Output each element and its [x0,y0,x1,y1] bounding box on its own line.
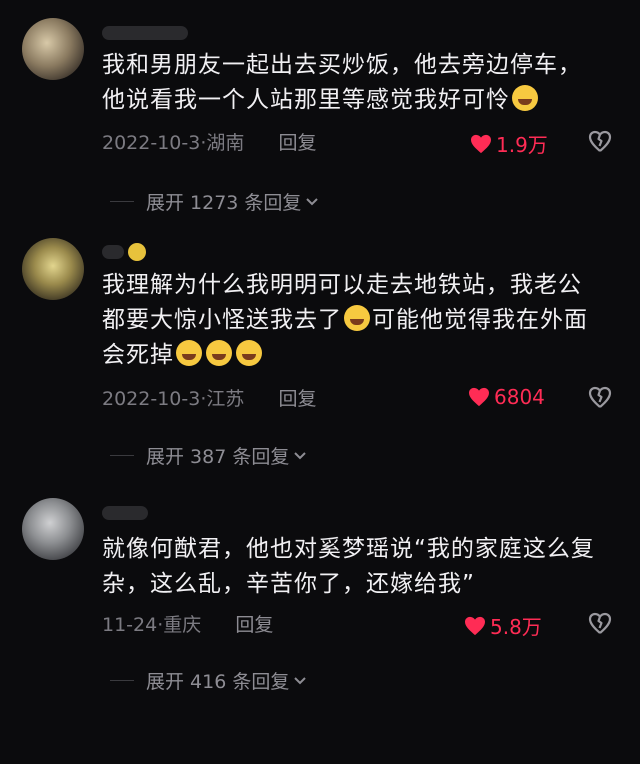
divider-line [110,201,134,202]
comment-meta: 11-24·重庆 回复 [102,610,273,637]
avatar[interactable] [22,238,84,300]
username-blurred[interactable] [102,245,124,259]
comment-text-line: 都要大惊小怪送我去了 可能他觉得我在外面 [102,303,612,338]
comment-location: 重庆 [163,614,202,636]
username-blurred[interactable] [102,26,188,40]
like-button[interactable]: 1.9万 [470,129,548,158]
broken-heart-icon[interactable] [588,386,612,410]
rofl-emoji-icon [206,340,232,366]
comment-text-line: 就像何猷君，他也对奚梦瑶说“我的家庭这么复 [102,536,595,562]
chevron-down-icon [306,197,319,205]
comment-meta: 2022-10-3·湖南 回复 [102,128,316,155]
comment-text-segment: 都要大惊小怪送我去了 [102,307,342,333]
comment-date: 2022-10-3 [102,388,201,410]
divider-line [110,680,134,681]
heart-filled-icon [471,134,491,153]
rofl-emoji-icon [176,340,202,366]
comment-date: 2022-10-3 [102,132,201,154]
pleading-face-emoji-icon [512,85,538,111]
like-count: 5.8万 [490,615,542,639]
like-count: 1.9万 [496,133,548,157]
reply-button[interactable]: 回复 [278,388,316,410]
rofl-emoji-icon [344,305,370,331]
rofl-emoji-icon [236,340,262,366]
expand-replies-label: 展开 387 条回复 [146,446,290,468]
comment-text-line: 我理解为什么我明明可以走去地铁站，我老公 [102,272,582,298]
comment-text: 我和男朋友一起出去买炒饭，他去旁边停车， 他说看我一个人站那里等感觉我好可怜 [102,48,612,118]
like-button[interactable]: 6804 [468,385,545,409]
reply-button[interactable]: 回复 [278,132,316,154]
broken-heart-icon[interactable] [588,130,612,154]
like-button[interactable]: 5.8万 [464,611,542,640]
heart-filled-icon [469,387,489,407]
comment-text-segment: 可能他觉得我在外面 [372,307,588,333]
comment-date: 11-24 [102,614,158,636]
comment-meta: 2022-10-3·江苏 回复 [102,384,316,411]
comment-text: 我理解为什么我明明可以走去地铁站，我老公 都要大惊小怪送我去了 可能他觉得我在外面… [102,268,612,373]
avatar[interactable] [22,498,84,560]
username-blurred[interactable] [102,506,148,520]
divider-line [110,455,134,456]
comment-text-line: 杂，这么乱，辛苦你了，还嫁给我” [102,571,475,597]
heart-filled-icon [465,616,485,635]
comment-text-line: 我和男朋友一起出去买炒饭，他去旁边停车， [102,52,582,78]
reply-button[interactable]: 回复 [235,614,273,636]
chevron-down-icon [294,451,307,459]
expand-replies-label: 展开 416 条回复 [146,671,290,693]
user-badge-icon [128,243,146,261]
comment-location: 湖南 [206,132,245,154]
comment-text-line: 会死掉 [102,338,612,373]
comment-text-line: 他说看我一个人站那里等感觉我好可怜 [102,83,612,118]
like-count: 6804 [494,385,545,409]
comment-text: 就像何猷君，他也对奚梦瑶说“我的家庭这么复 杂，这么乱，辛苦你了，还嫁给我” [102,532,612,602]
chevron-down-icon [294,676,307,684]
comment-text-segment: 会死掉 [102,342,174,368]
expand-replies[interactable]: 展开 416 条回复 [110,667,307,694]
comment-location: 江苏 [206,388,245,410]
comment-text-segment: 他说看我一个人站那里等感觉我好可怜 [102,87,510,113]
expand-replies[interactable]: 展开 387 条回复 [110,442,307,469]
expand-replies[interactable]: 展开 1273 条回复 [110,188,319,215]
expand-replies-label: 展开 1273 条回复 [146,192,302,214]
avatar[interactable] [22,18,84,80]
broken-heart-icon[interactable] [588,612,612,636]
